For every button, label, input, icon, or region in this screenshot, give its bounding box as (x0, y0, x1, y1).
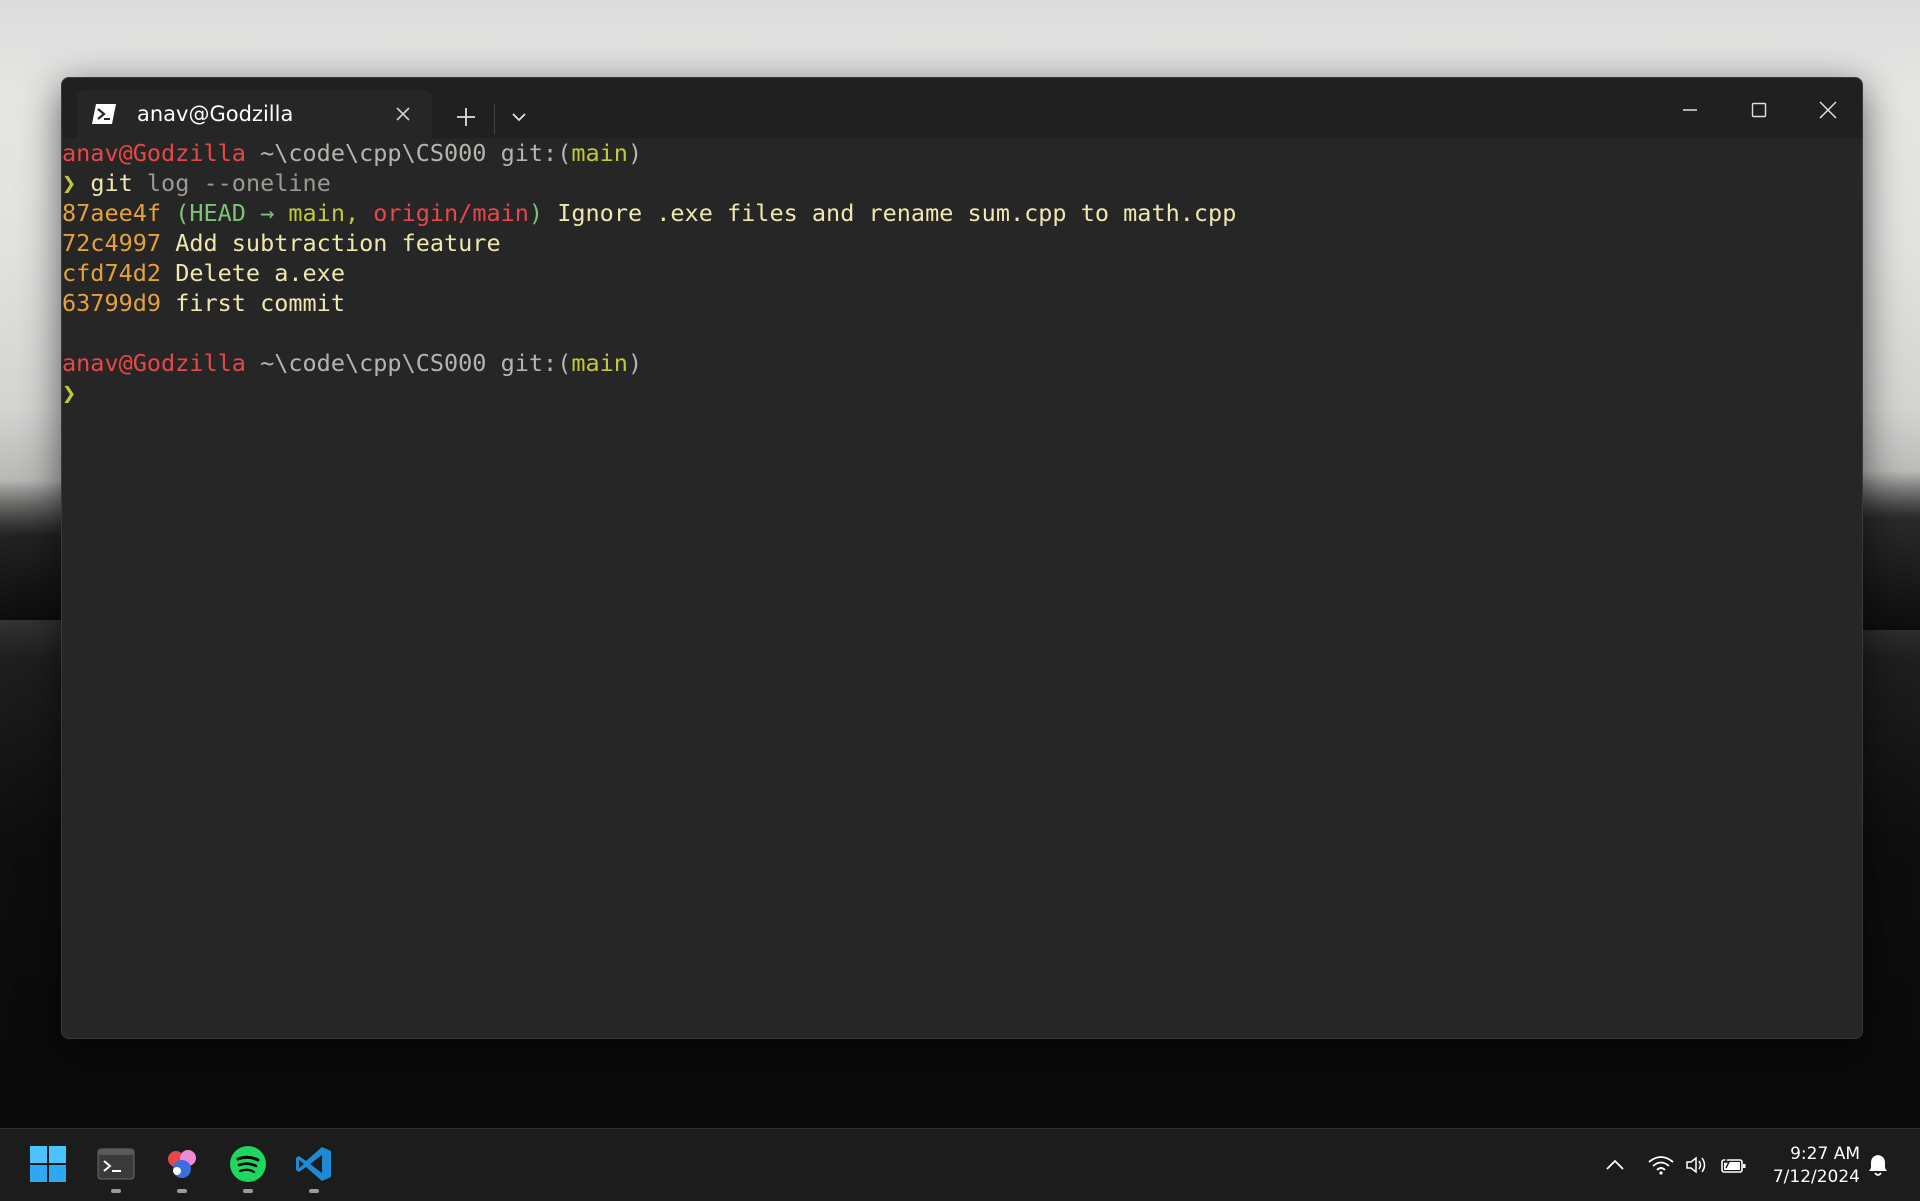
prompt-git-suffix: ) (627, 349, 643, 377)
chevron-down-icon (512, 113, 526, 122)
close-tab-icon[interactable] (392, 103, 414, 125)
prompt-branch: main (571, 349, 628, 377)
title-bar[interactable]: anav@Godzilla (62, 78, 1862, 138)
minimize-button[interactable] (1662, 90, 1718, 130)
bell-icon (1869, 1155, 1887, 1176)
running-indicator (111, 1189, 121, 1193)
commit-message: first commit (161, 289, 345, 317)
battery-button[interactable] (1720, 1151, 1748, 1179)
paint-app-icon (168, 1150, 196, 1178)
close-icon (1819, 101, 1837, 119)
clock-time: 9:27 AM (1790, 1144, 1860, 1164)
battery-charging-icon (1721, 1155, 1746, 1173)
command-args: log --oneline (132, 169, 331, 197)
clock-date: 7/12/2024 (1772, 1167, 1860, 1187)
command-name: git (90, 169, 133, 197)
taskbar-terminal[interactable] (91, 1139, 141, 1193)
powershell-icon (91, 103, 117, 125)
terminal-window: anav@Godzilla anav@Godzilla ~\code\cpp\C… (61, 77, 1863, 1039)
prompt-user: anav@Godzilla (62, 139, 246, 167)
taskbar-vscode[interactable] (289, 1139, 339, 1193)
profile-dropdown-button[interactable] (502, 100, 536, 134)
taskbar-paint[interactable] (157, 1139, 207, 1193)
start-button[interactable] (23, 1139, 73, 1189)
prompt-symbol: ❯ (62, 379, 77, 407)
spotify-icon (230, 1146, 266, 1182)
prompt-line: anav@Godzilla ~\code\cpp\CS000 git:(main… (62, 348, 1862, 378)
wifi-icon (1648, 1156, 1674, 1175)
terminal-output[interactable]: anav@Godzilla ~\code\cpp\CS000 git:(main… (62, 138, 1862, 1038)
prompt-git-prefix: git:( (486, 349, 572, 377)
network-button[interactable] (1647, 1151, 1675, 1179)
start-icon (30, 1146, 66, 1182)
vscode-icon (296, 1147, 331, 1181)
prompt-git-prefix: git:( (486, 139, 572, 167)
ref-head: HEAD → (189, 199, 289, 227)
minimize-icon (1683, 109, 1697, 111)
prompt-path: ~\code\cpp\CS000 (245, 139, 487, 167)
maximize-button[interactable] (1731, 90, 1787, 130)
commit-message: Delete a.exe (161, 259, 345, 287)
refs-open: ( (161, 199, 190, 227)
prompt-git-suffix: ) (627, 139, 643, 167)
taskbar: 9:27 AM 7/12/2024 (0, 1128, 1920, 1201)
notifications-button[interactable] (1864, 1151, 1892, 1179)
volume-icon (1686, 1156, 1706, 1174)
refs-close: ) (528, 199, 544, 227)
volume-button[interactable] (1683, 1151, 1711, 1179)
running-indicator (309, 1189, 319, 1193)
running-indicator (243, 1189, 253, 1193)
new-tab-button[interactable] (447, 98, 485, 136)
show-hidden-icons-button[interactable] (1601, 1151, 1629, 1179)
log-line: 72c4997 Add subtraction feature (62, 228, 1862, 258)
ref-origin: origin/main (373, 199, 529, 227)
tab-terminal[interactable]: anav@Godzilla (77, 90, 432, 138)
clock[interactable]: 9:27 AM 7/12/2024 (1760, 1143, 1860, 1189)
log-line: cfd74d2 Delete a.exe (62, 258, 1862, 288)
terminal-icon (97, 1148, 135, 1180)
taskbar-spotify[interactable] (223, 1139, 273, 1193)
log-line: 87aee4f (HEAD → main, origin/main) Ignor… (62, 198, 1862, 228)
commit-hash: cfd74d2 (62, 259, 162, 287)
commit-hash: 72c4997 (62, 229, 162, 257)
prompt-user: anav@Godzilla (62, 349, 246, 377)
prompt-branch: main (571, 139, 628, 167)
tab-divider (494, 104, 495, 134)
plus-icon (457, 108, 475, 126)
running-indicator (177, 1189, 187, 1193)
maximize-icon (1751, 102, 1767, 118)
prompt-path: ~\code\cpp\CS000 (245, 349, 487, 377)
tab-title: anav@Godzilla (137, 102, 294, 126)
chevron-up-icon (1606, 1159, 1624, 1170)
command-line: ❯ git log --oneline (62, 168, 1862, 198)
prompt-symbol: ❯ (62, 169, 77, 197)
commit-message: Add subtraction feature (161, 229, 501, 257)
commit-hash: 63799d9 (62, 289, 162, 317)
prompt-line: anav@Godzilla ~\code\cpp\CS000 git:(main… (62, 138, 1862, 168)
close-window-button[interactable] (1800, 90, 1856, 130)
input-line[interactable]: ❯ (62, 378, 1862, 408)
commit-hash: 87aee4f (62, 199, 162, 227)
ref-main: main, (288, 199, 374, 227)
log-line: 63799d9 first commit (62, 288, 1862, 318)
commit-message: Ignore .exe files and rename sum.cpp to … (543, 199, 1237, 227)
